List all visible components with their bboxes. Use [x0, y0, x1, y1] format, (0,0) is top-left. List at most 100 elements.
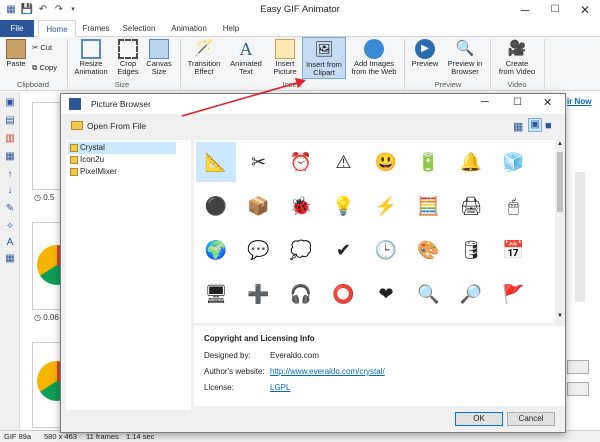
preview-browser-button[interactable]: 🔍 Preview in Browser — [444, 37, 486, 79]
clipart-item[interactable]: 🔔 — [451, 142, 491, 182]
clipart-item[interactable]: ✏ — [324, 318, 364, 323]
clipart-item[interactable]: 🖥 — [196, 274, 236, 314]
duplicate-frame-icon[interactable]: ▦ — [3, 150, 17, 164]
scroll-up-icon[interactable]: ▲ — [557, 141, 563, 147]
tree-item-pixelmixer[interactable]: PixelMixer — [68, 166, 176, 178]
clipart-item[interactable]: ⭕ — [324, 274, 364, 314]
move-down-icon[interactable]: ↓ — [3, 184, 17, 198]
picture-icon — [275, 39, 295, 59]
scroll-thumb[interactable] — [557, 152, 563, 212]
clipart-item[interactable]: 🧊 — [494, 142, 534, 182]
tab-help[interactable]: Help — [218, 20, 244, 37]
canvas-size-button[interactable]: Canvas Size — [144, 37, 174, 79]
clipart-item[interactable]: 🔋 — [409, 142, 449, 182]
clipart-item[interactable]: ⏰ — [281, 142, 321, 182]
insert-picture-button[interactable]: Insert Picture — [268, 37, 302, 79]
designed-by-value: Everaldo.com — [270, 351, 319, 360]
tree-item-icon2u[interactable]: Icon2u — [68, 154, 176, 166]
grid-scrollbar[interactable]: ▲ ▼ — [555, 140, 565, 323]
clipart-item[interactable]: 🔘 — [451, 318, 491, 323]
crop-edges-button[interactable]: Crop Edges — [114, 37, 142, 79]
dialog-close-button[interactable]: ✕ — [543, 96, 552, 109]
clipart-item[interactable]: 🖱 — [494, 186, 534, 226]
tab-home[interactable]: Home — [38, 20, 76, 37]
license-link[interactable]: LGPL — [270, 383, 290, 392]
maximize-button[interactable]: ☐ — [540, 0, 570, 20]
clipart-item[interactable]: 🔍 — [494, 318, 534, 323]
clipart-item[interactable]: 🛟 — [281, 318, 321, 323]
add-images-web-button[interactable]: Add Images from the Web — [348, 37, 400, 79]
tab-file[interactable]: File — [0, 20, 34, 37]
move-up-icon[interactable]: ↑ — [3, 168, 17, 182]
clipart-item[interactable]: ⚡ — [366, 186, 406, 226]
transition-effect-button[interactable]: 🪄 Transition Effect — [184, 37, 224, 79]
copy-button[interactable]: ⧉ Copy — [32, 63, 57, 73]
clipart-item[interactable]: 😃 — [366, 142, 406, 182]
text-icon[interactable]: A — [3, 236, 17, 250]
side-button[interactable] — [567, 382, 589, 396]
buy-now-link[interactable]: ir Now — [567, 97, 591, 106]
website-link[interactable]: http://www.everaldo.com/crystal/ — [270, 367, 385, 376]
tab-selection[interactable]: Selection — [118, 20, 160, 37]
ok-button[interactable]: OK — [455, 412, 503, 426]
clipart-item[interactable]: 🎨 — [409, 230, 449, 270]
clipart-item[interactable]: 📐 — [196, 142, 236, 182]
clipart-item[interactable]: ✔ — [324, 230, 364, 270]
large-icons-view-icon[interactable]: ■ — [545, 120, 552, 132]
close-button[interactable]: ✕ — [570, 0, 600, 20]
clipart-item[interactable]: 🖼 — [409, 318, 449, 323]
edit-icon[interactable]: ✎ — [3, 202, 17, 216]
clipart-item[interactable]: 📅 — [494, 230, 534, 270]
clipart-item[interactable]: 💡 — [324, 186, 364, 226]
create-from-video-button[interactable]: 🎥 Create from Video — [494, 37, 540, 79]
side-button[interactable] — [567, 360, 589, 374]
tab-frames[interactable]: Frames — [78, 20, 114, 37]
dialog-maximize-button[interactable]: ☐ — [513, 97, 522, 108]
clipart-item[interactable]: ⚪ — [239, 318, 279, 323]
open-from-file-button[interactable]: Open From File — [71, 119, 146, 133]
clipart-item[interactable]: 🚩 — [494, 274, 534, 314]
dialog-minimize-button[interactable]: ─ — [481, 96, 489, 108]
clipart-item[interactable]: 🏠 — [366, 318, 406, 323]
resize-animation-button[interactable]: Resize Animation — [70, 37, 112, 79]
insert-from-clipart-button[interactable]: 🖼 Insert from Clipart — [302, 37, 346, 79]
clipart-item[interactable]: 🐞 — [281, 186, 321, 226]
clipart-item[interactable]: 🕒 — [366, 230, 406, 270]
clipart-item[interactable]: ⚙ — [196, 318, 236, 323]
animated-text-button[interactable]: A Animated Text — [226, 37, 266, 79]
clipart-item[interactable]: 🖨 — [451, 186, 491, 226]
cancel-button[interactable]: Cancel — [507, 412, 555, 426]
clipart-item[interactable]: ➕ — [239, 274, 279, 314]
magnifier-icon: 🔍 — [455, 40, 475, 57]
small-icons-view-icon[interactable]: ▦ — [513, 120, 523, 133]
medium-icons-view-icon[interactable]: ▣ — [528, 118, 542, 132]
frame-add-icon[interactable]: ▣ — [3, 96, 17, 110]
minimize-button[interactable]: ─ — [510, 0, 540, 20]
clipart-item[interactable]: ❤ — [366, 274, 406, 314]
preview-button[interactable]: ▶ Preview — [408, 37, 442, 79]
paste-button[interactable]: Paste — [2, 37, 30, 79]
cut-button[interactable]: ✂ Cut — [32, 43, 52, 52]
tree-item-crystal[interactable]: Crystal — [68, 142, 176, 154]
scissors-icon: ✂ — [32, 43, 39, 52]
delete-frame-icon[interactable]: ▥ — [3, 132, 17, 146]
frame-icon[interactable]: ▤ — [3, 114, 17, 128]
tab-animation[interactable]: Animation — [166, 20, 212, 37]
clipart-item[interactable]: 🔎 — [451, 274, 491, 314]
clipart-item[interactable]: 💭 — [281, 230, 321, 270]
grid-icon[interactable]: ▦ — [3, 252, 17, 266]
scrollbar[interactable] — [575, 172, 585, 302]
clipart-item[interactable]: 📦 — [239, 186, 279, 226]
clipart-item[interactable]: 🌍 — [196, 230, 236, 270]
clipart-item[interactable]: 🛢 — [451, 230, 491, 270]
clipart-item[interactable]: 🎧 — [281, 274, 321, 314]
clipart-item[interactable]: ⚠ — [324, 142, 364, 182]
clipart-item[interactable]: 🔍 — [409, 274, 449, 314]
clipart-item[interactable]: ⚫ — [196, 186, 236, 226]
clipart-item[interactable]: ✂ — [239, 142, 279, 182]
clipart-item[interactable]: 🧮 — [409, 186, 449, 226]
magic-icon[interactable]: ✧ — [3, 220, 17, 234]
designed-by-label: Designed by: — [204, 351, 251, 360]
scroll-down-icon[interactable]: ▼ — [557, 313, 563, 319]
clipart-item[interactable]: 💬 — [239, 230, 279, 270]
